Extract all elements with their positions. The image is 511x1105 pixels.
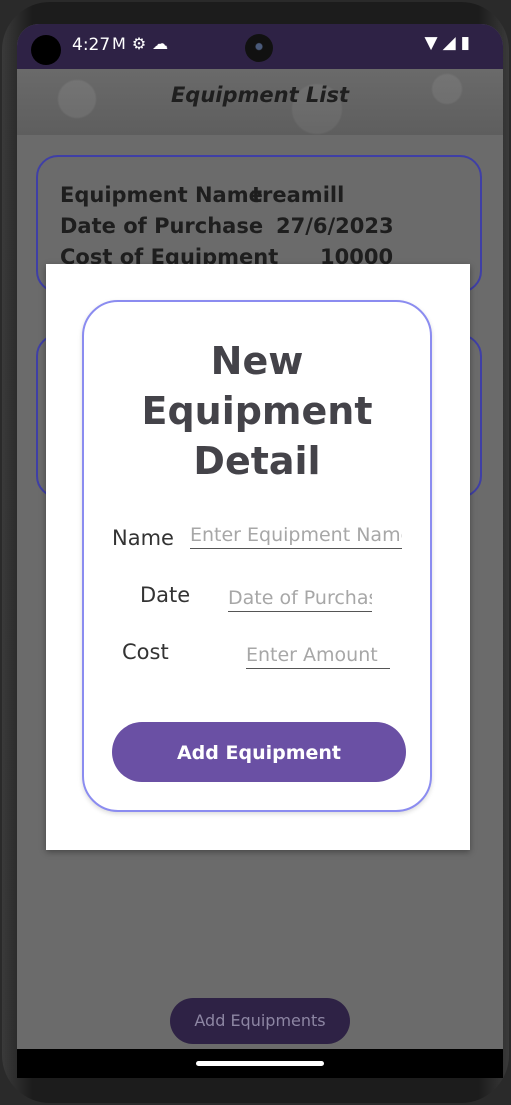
settings-icon: ⚙ [131, 34, 153, 53]
purchase-date-label: Date of Purchase [60, 214, 264, 238]
camera-cutout-icon [31, 35, 61, 65]
cloud-icon: ☁ [152, 34, 175, 53]
purchase-date-row: Date of Purchase 27/6/2023 [60, 214, 394, 238]
home-gesture-handle[interactable] [196, 1061, 324, 1066]
wifi-icon: ▼ [424, 33, 443, 53]
signal-icon: ◢ [442, 33, 461, 53]
dialog-title-text: New Equipment Detail [141, 339, 373, 483]
dialog-title: New Equipment Detail [84, 336, 430, 486]
equipment-name-label: Equipment Name [60, 183, 263, 207]
page-title: Equipment List [170, 83, 350, 107]
status-system-icons: ▼◢▮ [424, 33, 475, 53]
status-notification-icons: M⚙☁ [112, 34, 174, 53]
app-header: Equipment List [17, 69, 503, 135]
add-equipments-button[interactable]: Add Equipments [170, 998, 350, 1044]
front-camera-icon [245, 34, 273, 62]
gmail-icon: M [112, 34, 132, 53]
cost-label: Cost [122, 640, 169, 664]
battery-icon: ▮ [460, 33, 475, 53]
status-bar: 4:27 M⚙☁ ▼◢▮ [17, 24, 503, 69]
new-equipment-dialog: New Equipment Detail Name Date Cost Add … [46, 264, 470, 850]
add-equipment-button[interactable]: Add Equipment [112, 722, 406, 782]
equipment-name-input[interactable] [190, 521, 402, 549]
dialog-form-card: New Equipment Detail Name Date Cost Add … [82, 300, 432, 812]
status-time: 4:27 [72, 35, 111, 55]
purchase-date-input[interactable] [228, 584, 372, 612]
name-label: Name [112, 526, 174, 550]
navigation-bar [17, 1049, 503, 1078]
purchase-date-value: 27/6/2023 [276, 214, 394, 238]
date-label: Date [140, 583, 191, 607]
equipment-name-value: treamill [252, 183, 345, 207]
equipment-name-row: Equipment Name treamill [60, 183, 344, 207]
cost-amount-input[interactable] [246, 641, 390, 669]
